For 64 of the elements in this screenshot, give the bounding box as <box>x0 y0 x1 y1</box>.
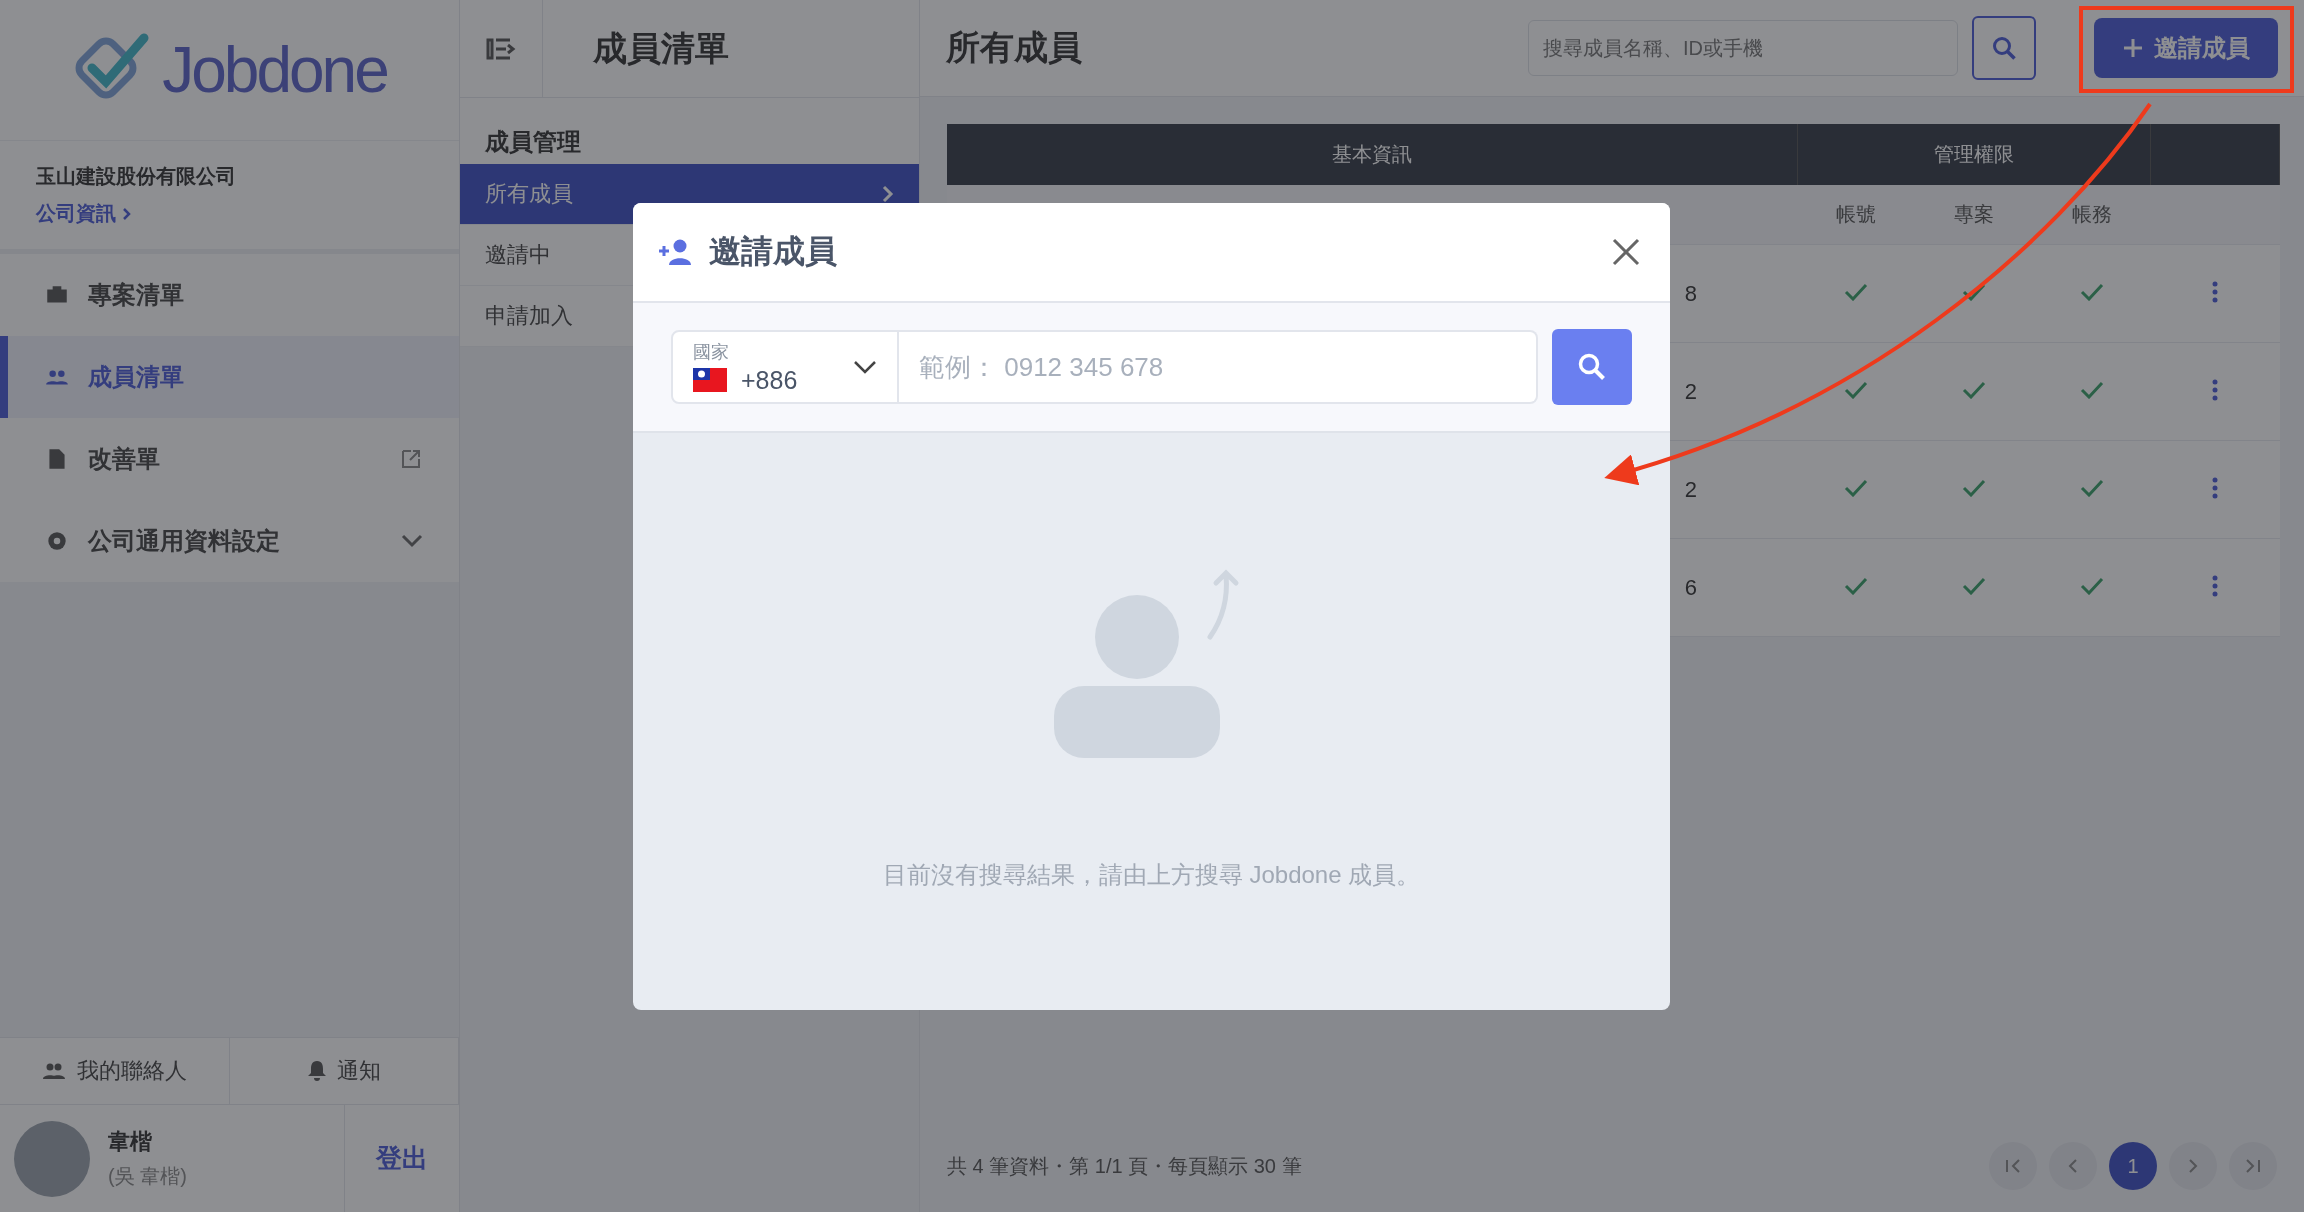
chevron-down-icon <box>401 534 423 548</box>
column-header: 管理權限 <box>1797 124 2150 185</box>
check-icon <box>1844 282 1868 301</box>
search-icon <box>1991 35 2017 61</box>
external-link-icon <box>399 447 423 471</box>
footer-tab[interactable]: 我的聯絡人 <box>0 1038 230 1104</box>
plus-icon <box>2122 37 2144 59</box>
check-icon <box>1844 478 1868 497</box>
table-cell: 6 <box>1684 574 1697 600</box>
pagination-summary: 共 4 筆資料・第 1/1 頁・每頁顯示 30 筆 <box>947 1153 1302 1179</box>
check-icon <box>1962 282 1986 301</box>
search-field[interactable]: 搜尋成員名稱、ID或手機 <box>1528 20 1958 76</box>
user-name: 韋楷 <box>108 1128 153 1156</box>
table-cell: 2 <box>1684 476 1697 502</box>
column-header: 專案 <box>1954 203 1994 225</box>
user-subtitle: (吳 韋楷) <box>108 1164 188 1189</box>
country-select[interactable]: 國家 +886 <box>671 330 899 404</box>
bell-icon <box>306 1060 327 1082</box>
last-page-button[interactable] <box>2229 1142 2277 1190</box>
search-button[interactable] <box>1552 329 1632 405</box>
phone-input-field[interactable]: 範例： 0912 345 678 <box>899 330 1538 404</box>
sidebar-item[interactable]: 改善單 <box>0 418 459 500</box>
more-icon[interactable] <box>2211 378 2218 401</box>
section-title: 所有成員 <box>946 27 1083 68</box>
check-icon <box>2079 380 2104 399</box>
collapse-icon[interactable] <box>486 36 516 61</box>
search-button[interactable] <box>1972 16 2036 80</box>
chevron-right-icon <box>122 206 132 221</box>
table-cell: 2 <box>1684 378 1697 404</box>
more-icon[interactable] <box>2211 574 2218 597</box>
column-header: 基本資訊 <box>947 124 1797 185</box>
sidebar-item[interactable]: 公司通用資料設定 <box>0 500 459 582</box>
group-title: 成員管理 <box>485 127 581 157</box>
first-page-button[interactable] <box>1989 1142 2037 1190</box>
sidebar-item[interactable]: 專案清單 <box>0 254 459 336</box>
last-page-icon <box>2244 1158 2262 1174</box>
sidebar-item[interactable]: 成員清單 <box>0 336 459 418</box>
first-page-icon <box>2004 1158 2022 1174</box>
check-icon <box>1962 380 1986 399</box>
taiwan-flag-icon <box>693 368 727 392</box>
page-button[interactable]: 1 <box>2109 1142 2157 1190</box>
table-cell: 8 <box>1684 280 1697 306</box>
empty-state-message: 目前沒有搜尋結果，請由上方搜尋 Jobdone 成員。 <box>882 860 1421 890</box>
footer-tab[interactable]: 通知 <box>229 1038 459 1104</box>
more-icon[interactable] <box>2211 280 2218 303</box>
page-title: 成員清單 <box>593 27 729 69</box>
logo-text: Jobdone <box>162 33 387 107</box>
more-icon[interactable] <box>2211 476 2218 499</box>
check-icon <box>1844 380 1868 399</box>
column-header: 帳務 <box>2071 203 2112 225</box>
check-icon <box>2079 282 2104 301</box>
check-icon <box>2079 576 2104 595</box>
company-name: 玉山建設股份有限公司 <box>36 164 237 189</box>
check-icon <box>1844 576 1868 595</box>
check-icon <box>1962 478 1986 497</box>
chevron-down-icon <box>853 360 877 374</box>
invite-member-button[interactable]: 邀請成員 <box>2094 18 2278 78</box>
logout-button[interactable]: 登出 <box>344 1105 459 1212</box>
check-icon <box>2079 478 2104 497</box>
column-header: 帳號 <box>1836 203 1876 225</box>
check-icon <box>1962 576 1986 595</box>
people-icon <box>41 1061 68 1081</box>
company-info-link[interactable]: 公司資訊 <box>36 200 132 227</box>
dialog-title: 邀請成員 <box>709 232 838 271</box>
